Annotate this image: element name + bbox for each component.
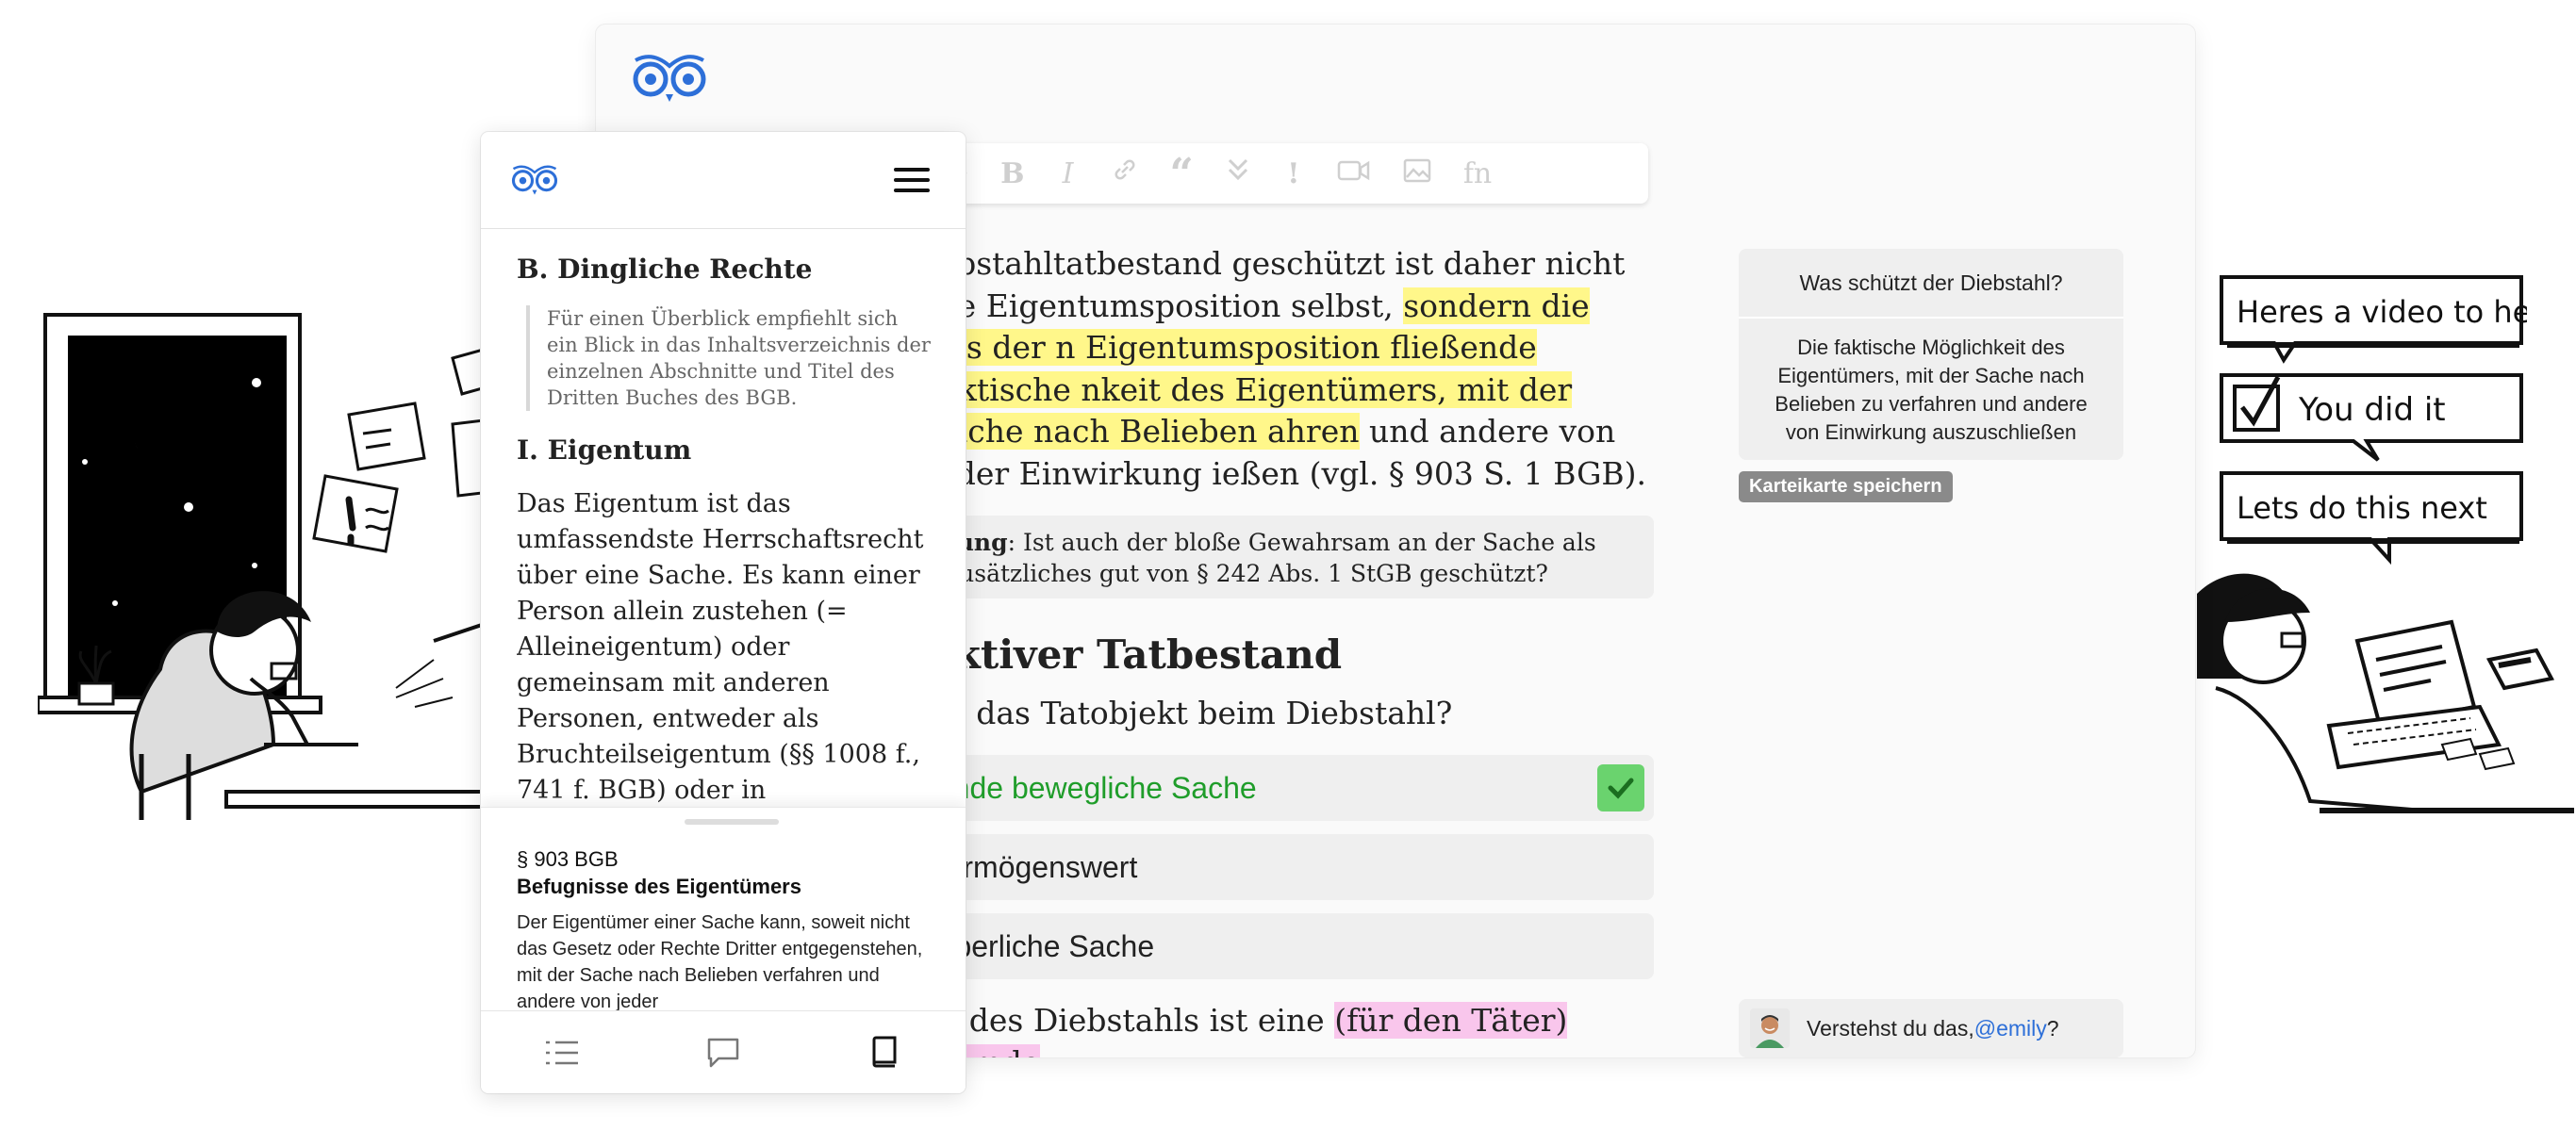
article-heading-1: B. Dingliche Rechte bbox=[517, 254, 813, 285]
doc-paragraph-1: iebstahltatbestand geschützt ist daher n… bbox=[928, 245, 1647, 492]
document-content: iebstahltatbestand geschützt ist daher n… bbox=[928, 243, 1654, 1057]
link-icon[interactable] bbox=[1112, 156, 1138, 190]
bubble-done: You did it bbox=[2220, 373, 2523, 462]
flashcard: Was schützt der Diebstahl? Die faktische… bbox=[1739, 249, 2123, 502]
video-icon[interactable] bbox=[1337, 157, 1371, 190]
quiz-question: ist das Tatobjekt beim Diebstahl? bbox=[928, 695, 1453, 731]
article-quote: Für einen Überblick empfiehlt sich ein B… bbox=[526, 305, 932, 411]
owl-logo-icon[interactable] bbox=[632, 53, 707, 104]
book-icon[interactable] bbox=[866, 1034, 903, 1072]
mobile-bottom-nav bbox=[481, 1010, 966, 1093]
illustration-laptop-person bbox=[2197, 573, 2574, 813]
bubble-video: Heres a video to help bbox=[2220, 275, 2527, 364]
bubble-next: Lets do this next bbox=[2220, 471, 2523, 566]
image-icon[interactable] bbox=[1403, 157, 1431, 190]
sheet-title: § 903 BGB Befugnisse des Eigentümers bbox=[517, 847, 801, 898]
doc-paragraph-2: kt des Diebstahls ist eine (für den Täte… bbox=[928, 1000, 1654, 1057]
bubble-video-text: Heres a video to help bbox=[2237, 294, 2527, 330]
comment-bubble[interactable]: Verstehst du das, @emily? bbox=[1739, 999, 2123, 1057]
sheet-body: Der Eigentümer einer Sache kann, soweit … bbox=[517, 912, 923, 1012]
illustration-student-night bbox=[38, 313, 509, 820]
section-heading: ektiver Tatbestand bbox=[928, 631, 1343, 678]
bold-icon[interactable]: B bbox=[1000, 157, 1024, 190]
collapse-icon[interactable] bbox=[1226, 156, 1250, 190]
quote-icon[interactable]: “ bbox=[1170, 150, 1194, 198]
italic-icon[interactable]: I bbox=[1057, 157, 1080, 190]
list-icon[interactable] bbox=[543, 1034, 581, 1072]
illustration-chat-bubbles: Heres a video to help You did it Lets do… bbox=[2216, 271, 2536, 571]
editor-toolbar: ↷ B I “ ! fn bbox=[907, 143, 1648, 204]
avatar bbox=[1750, 1008, 1790, 1048]
quiz-option-3[interactable]: örperliche Sache bbox=[928, 913, 1654, 979]
exclamation-icon[interactable]: ! bbox=[1282, 157, 1305, 190]
mobile-header bbox=[481, 132, 966, 229]
flashcard-question[interactable]: Was schützt der Diebstahl? bbox=[1739, 249, 2123, 317]
mobile-app-screen: B. Dingliche Rechte Für einen Überblick … bbox=[481, 132, 966, 1093]
mention-link[interactable]: @emily bbox=[1974, 1016, 2047, 1041]
save-flashcard-button[interactable]: Karteikarte speichern bbox=[1739, 471, 1953, 502]
flashcard-answer: Die faktische Möglichkeit des Eigentümer… bbox=[1739, 317, 2123, 460]
footnote-icon[interactable]: fn bbox=[1463, 157, 1492, 190]
quiz-option-2[interactable]: Vermögenswert bbox=[928, 834, 1654, 900]
bubble-next-text: Lets do this next bbox=[2237, 490, 2487, 526]
chat-icon[interactable] bbox=[704, 1034, 742, 1072]
law-reference-sheet[interactable]: § 903 BGB Befugnisse des Eigentümers Der… bbox=[481, 807, 966, 1012]
article-heading-2: I. Eigentum bbox=[517, 434, 692, 466]
owl-logo-icon[interactable] bbox=[511, 164, 558, 196]
hamburger-menu-icon[interactable] bbox=[894, 168, 930, 196]
check-icon bbox=[1597, 764, 1644, 811]
sheet-grabber-handle[interactable] bbox=[685, 819, 779, 825]
bubble-done-text: You did it bbox=[2298, 391, 2446, 429]
quiz-option-1[interactable]: emde bewegliche Sache bbox=[928, 755, 1654, 821]
review-question-box: fung: Ist auch der bloße Gewahrsam an de… bbox=[928, 516, 1654, 598]
